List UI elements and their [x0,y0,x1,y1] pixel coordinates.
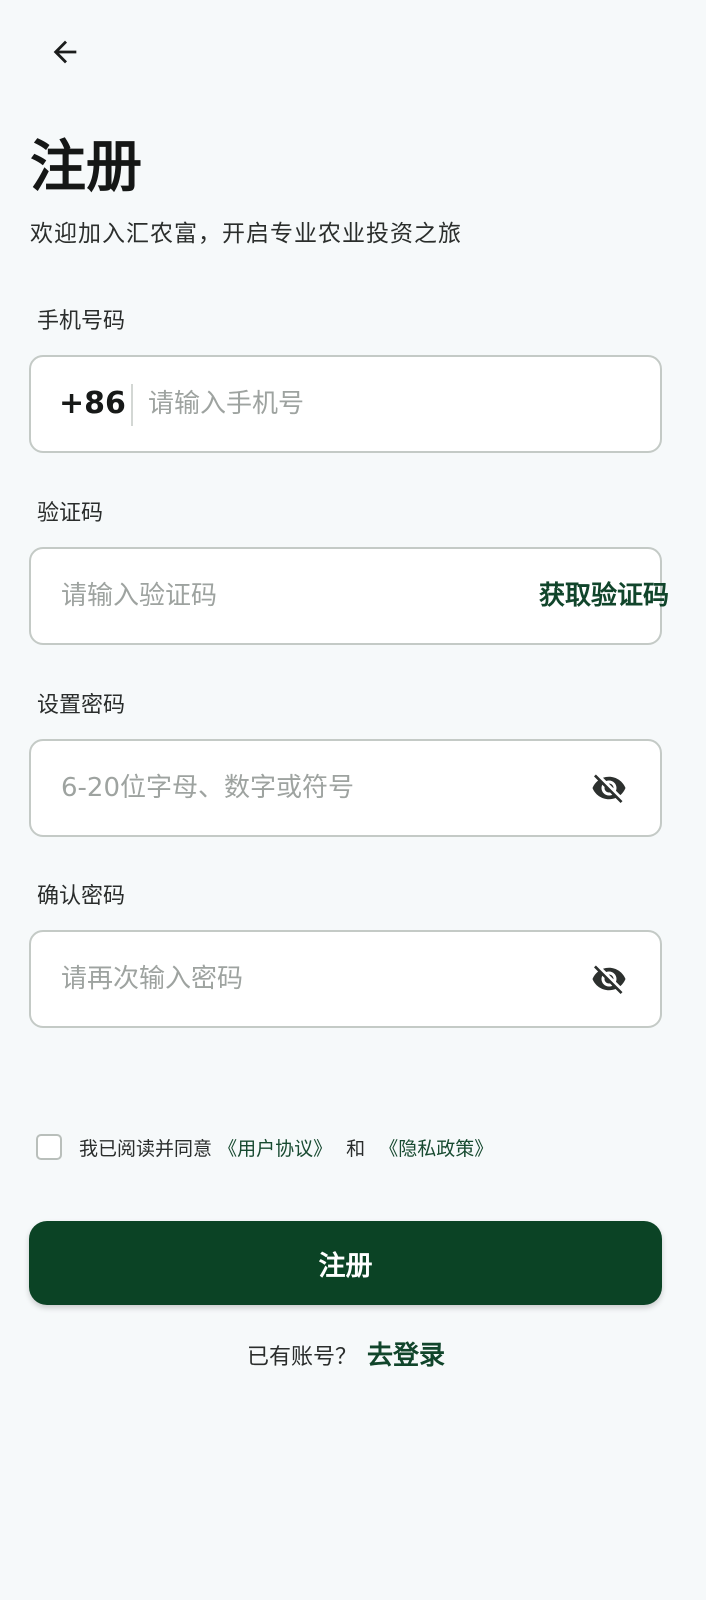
privacy-policy-link[interactable]: 《隐私政策》 [379,1138,493,1160]
agreement-prefix: 我已阅读并同意 [79,1137,213,1160]
agreement-text: 我已阅读并同意 《用户协议》 和 《隐私政策》 [79,1134,493,1161]
page-title: 注册 [30,135,142,200]
code-field: 获取验证码 [29,547,669,645]
eye-off-icon [592,965,626,994]
password-visibility-toggle[interactable] [589,769,629,807]
confirm-password-field [29,930,662,1028]
password-label: 设置密码 [37,693,126,718]
confirm-password-input[interactable] [61,932,571,1026]
get-code-button[interactable]: 获取验证码 [539,549,669,643]
code-label: 验证码 [37,501,104,526]
code-input[interactable] [61,549,521,643]
phone-input[interactable] [148,357,648,451]
password-input[interactable] [61,741,571,835]
phone-field: +86 [29,355,662,453]
confirm-password-visibility-toggle[interactable] [589,960,629,998]
page-subtitle: 欢迎加入汇农富，开启专业农业投资之旅 [30,221,462,247]
arrow-left-icon [53,40,77,64]
user-agreement-link[interactable]: 《用户协议》 [218,1138,332,1160]
agreement-and: 和 [346,1137,366,1160]
login-link[interactable]: 去登录 [367,1335,445,1372]
password-field [29,739,662,837]
country-code[interactable]: +86 [59,357,126,451]
eye-off-icon [592,774,626,803]
login-prompt: 已有账号？ [246,1345,357,1370]
back-button[interactable] [40,30,90,74]
register-button[interactable]: 注册 [29,1221,662,1305]
country-code-divider [131,384,133,426]
phone-label: 手机号码 [37,309,126,334]
confirm-password-label: 确认密码 [37,884,126,909]
agreement-checkbox[interactable] [36,1134,62,1160]
agreement-row: 我已阅读并同意 《用户协议》 和 《隐私政策》 [36,1130,493,1164]
login-row: 已有账号？ 去登录 [0,1335,692,1372]
